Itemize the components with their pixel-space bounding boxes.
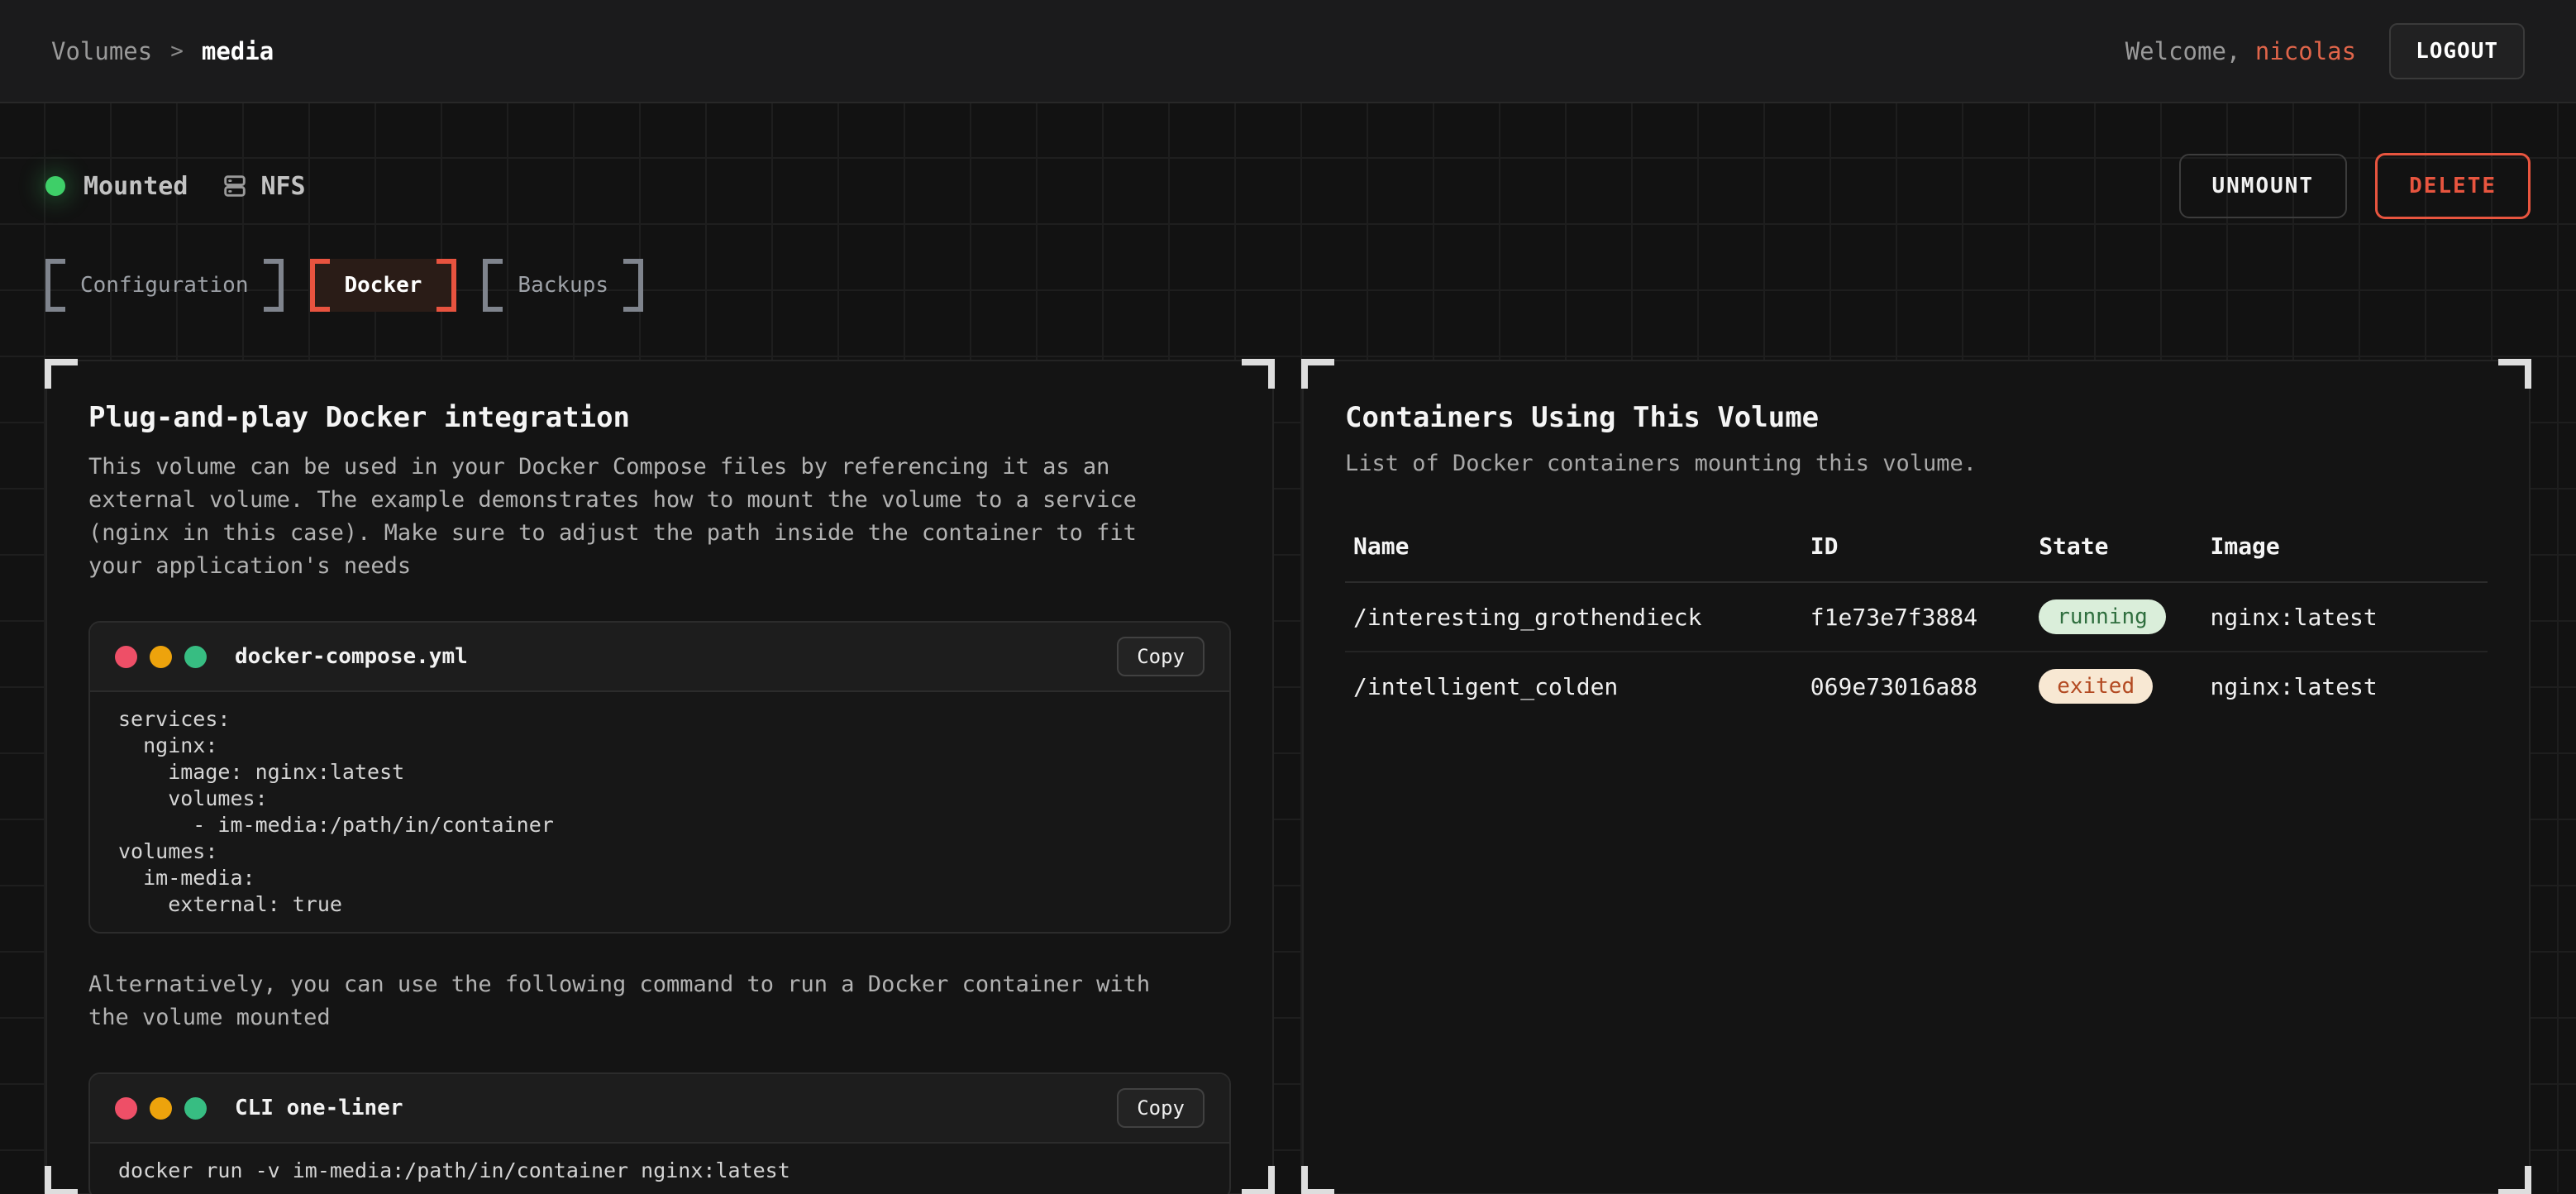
container-id: f1e73e7f3884 bbox=[1802, 582, 2030, 652]
code-block-header: docker-compose.yml Copy bbox=[90, 623, 1229, 692]
column-header-name: Name bbox=[1345, 518, 1802, 582]
main-content: Mounted NFS UNMOUNT DELETE Configuration bbox=[0, 103, 2576, 1192]
breadcrumb-current: media bbox=[202, 37, 274, 65]
traffic-lights bbox=[115, 646, 207, 668]
cli-intro-text: Alternatively, you can use the following… bbox=[88, 968, 1171, 1034]
status-actions: UNMOUNT DELETE bbox=[2179, 153, 2531, 219]
corner-bracket-icon bbox=[2498, 1166, 2531, 1194]
panel-description: This volume can be used in your Docker C… bbox=[88, 451, 1171, 583]
logout-button[interactable]: LOGOUT bbox=[2389, 23, 2525, 79]
container-name: /interesting_grothendieck bbox=[1345, 582, 1802, 652]
code-block-filename: CLI one-liner bbox=[235, 1096, 1117, 1120]
breadcrumb-separator-icon: > bbox=[170, 39, 184, 64]
copy-button[interactable]: Copy bbox=[1117, 637, 1205, 676]
tab-docker[interactable]: Docker bbox=[310, 259, 457, 312]
corner-bracket-icon bbox=[1301, 359, 1334, 389]
compose-code-block: docker-compose.yml Copy services: nginx:… bbox=[88, 621, 1231, 934]
corner-bracket-icon bbox=[2498, 359, 2531, 389]
mounted-label: Mounted bbox=[83, 172, 188, 201]
traffic-lights bbox=[115, 1097, 207, 1120]
tab-backups[interactable]: Backups bbox=[483, 259, 643, 312]
corner-bracket-icon bbox=[1301, 1166, 1334, 1194]
corner-bracket-icon bbox=[1242, 1166, 1275, 1194]
driver-info: NFS bbox=[221, 172, 305, 201]
traffic-light-green-icon bbox=[184, 1097, 207, 1120]
panel-subtitle: List of Docker containers mounting this … bbox=[1345, 451, 2488, 476]
driver-label: NFS bbox=[260, 172, 305, 201]
traffic-light-yellow-icon bbox=[150, 646, 172, 668]
mounted-status: Mounted bbox=[45, 172, 188, 201]
container-image: nginx:latest bbox=[2202, 582, 2488, 652]
welcome-text: Welcome, nicolas bbox=[2125, 37, 2356, 65]
username: nicolas bbox=[2255, 37, 2356, 65]
code-block-header: CLI one-liner Copy bbox=[90, 1074, 1229, 1144]
cli-code-block: CLI one-liner Copy docker run -v im-medi… bbox=[88, 1072, 1231, 1194]
panel-title: Plug-and-play Docker integration bbox=[88, 401, 1231, 434]
column-header-id: ID bbox=[1802, 518, 2030, 582]
table-row: /interesting_grothendieck f1e73e7f3884 r… bbox=[1345, 582, 2488, 652]
traffic-light-yellow-icon bbox=[150, 1097, 172, 1120]
compose-code-content: services: nginx: image: nginx:latest vol… bbox=[90, 692, 1229, 932]
unmount-button[interactable]: UNMOUNT bbox=[2179, 154, 2348, 218]
corner-bracket-icon bbox=[45, 1166, 78, 1194]
corner-bracket-icon bbox=[1242, 359, 1275, 389]
cli-code-content: docker run -v im-media:/path/in/containe… bbox=[90, 1144, 1229, 1194]
tab-configuration[interactable]: Configuration bbox=[45, 259, 284, 312]
breadcrumb-volumes-link[interactable]: Volumes bbox=[51, 37, 152, 65]
copy-button[interactable]: Copy bbox=[1117, 1088, 1205, 1128]
column-header-image: Image bbox=[2202, 518, 2488, 582]
traffic-light-red-icon bbox=[115, 646, 137, 668]
status-left: Mounted NFS bbox=[45, 172, 306, 201]
header-right: Welcome, nicolas LOGOUT bbox=[2125, 23, 2525, 79]
container-name: /intelligent_colden bbox=[1345, 652, 1802, 720]
status-dot-icon bbox=[45, 176, 65, 196]
container-image: nginx:latest bbox=[2202, 652, 2488, 720]
docker-integration-panel: Plug-and-play Docker integration This vo… bbox=[45, 360, 1274, 1194]
header-bar: Volumes > media Welcome, nicolas LOGOUT bbox=[0, 0, 2576, 103]
breadcrumb: Volumes > media bbox=[51, 37, 274, 65]
state-badge: exited bbox=[2039, 669, 2153, 704]
containers-table: Name ID State Image /interesting_grothen… bbox=[1345, 518, 2488, 720]
state-badge: running bbox=[2039, 599, 2166, 634]
corner-bracket-icon bbox=[45, 359, 78, 389]
tab-bar: Configuration Docker Backups bbox=[45, 259, 2531, 312]
container-id: 069e73016a88 bbox=[1802, 652, 2030, 720]
panels: Plug-and-play Docker integration This vo… bbox=[45, 360, 2531, 1194]
traffic-light-red-icon bbox=[115, 1097, 137, 1120]
table-row: /intelligent_colden 069e73016a88 exited … bbox=[1345, 652, 2488, 720]
code-block-filename: docker-compose.yml bbox=[235, 644, 1117, 669]
welcome-label: Welcome, bbox=[2125, 37, 2241, 65]
containers-panel: Containers Using This Volume List of Doc… bbox=[1302, 360, 2531, 1194]
server-icon bbox=[221, 172, 249, 200]
panel-title: Containers Using This Volume bbox=[1345, 401, 2488, 434]
column-header-state: State bbox=[2030, 518, 2202, 582]
traffic-light-green-icon bbox=[184, 646, 207, 668]
delete-button[interactable]: DELETE bbox=[2375, 153, 2531, 219]
table-header-row: Name ID State Image bbox=[1345, 518, 2488, 582]
status-row: Mounted NFS UNMOUNT DELETE bbox=[45, 153, 2531, 219]
